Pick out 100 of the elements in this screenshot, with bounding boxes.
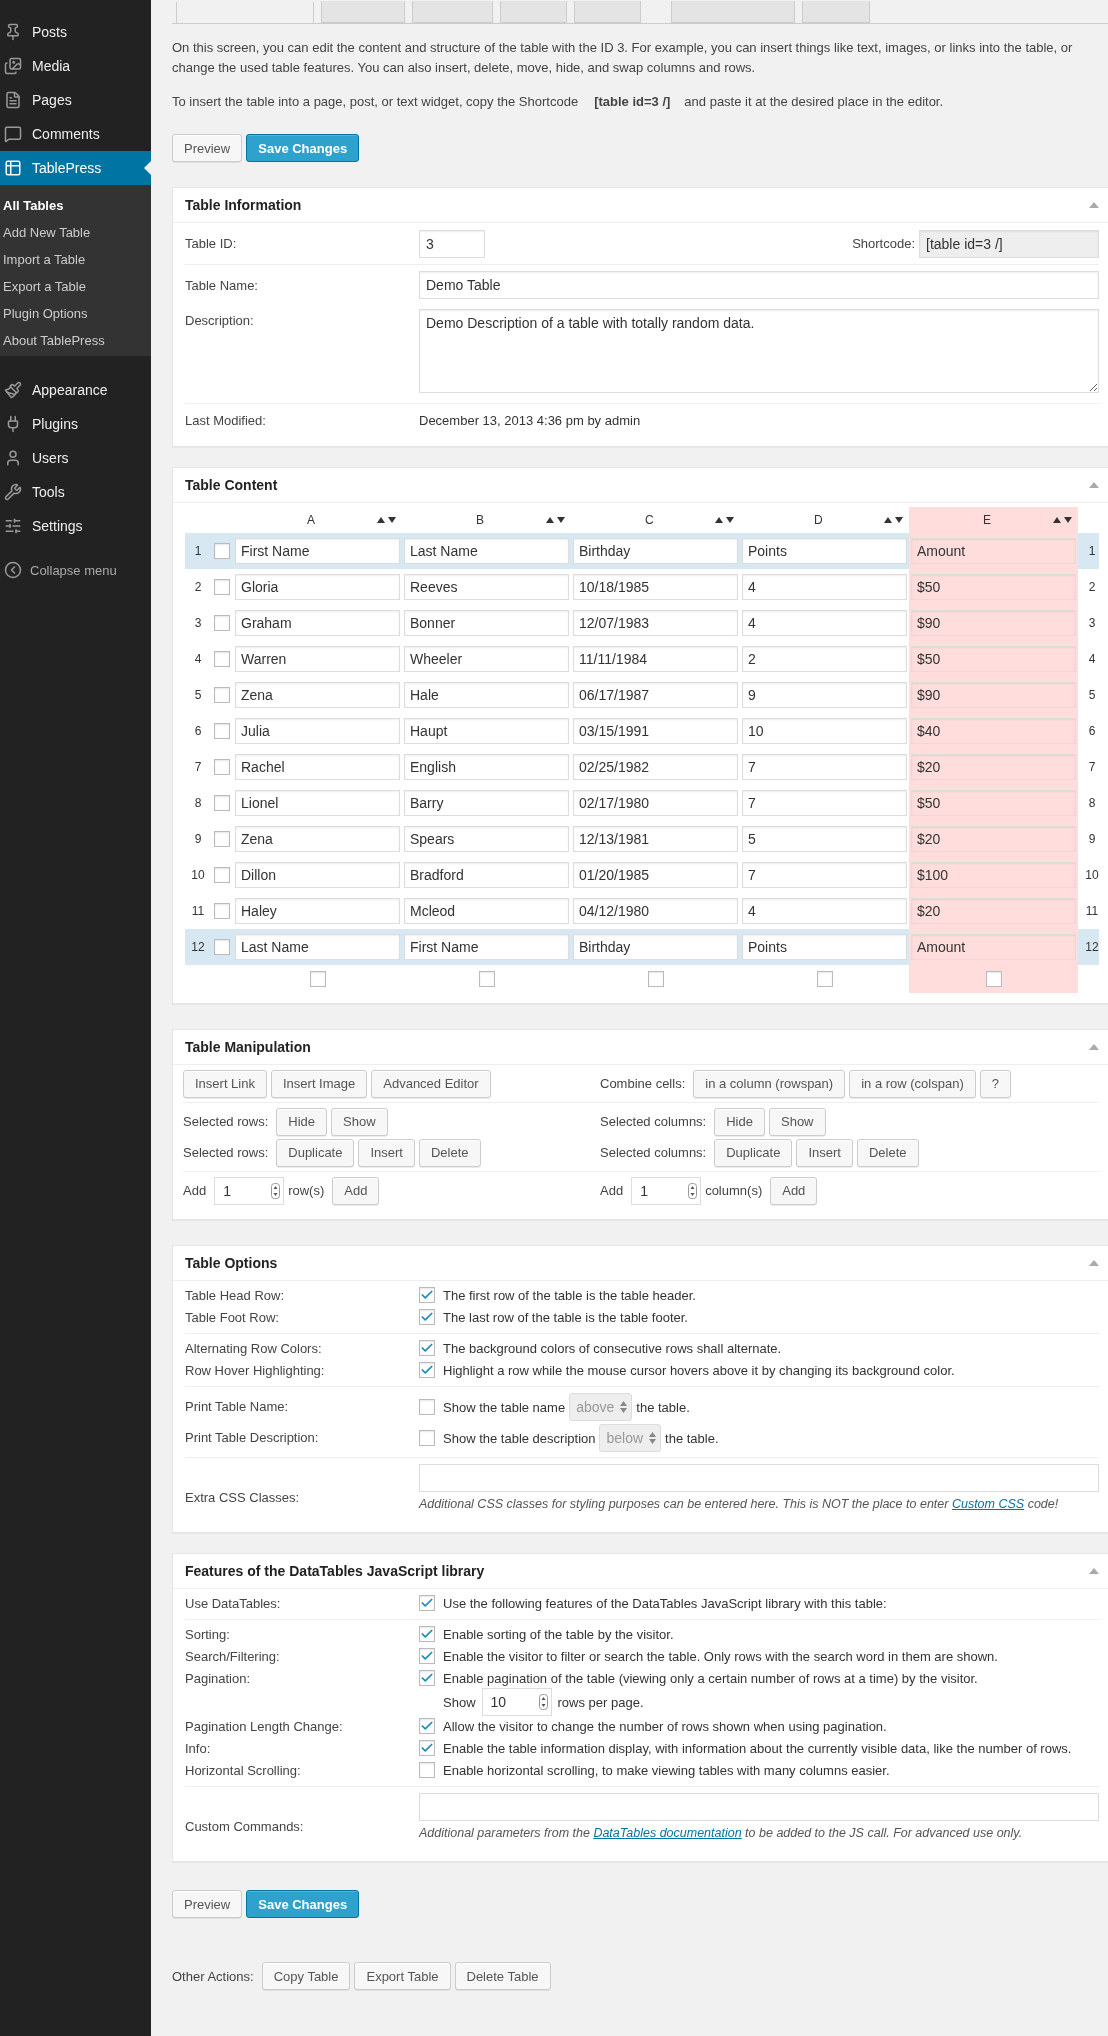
sort-down-icon[interactable]: [726, 517, 734, 523]
button[interactable]: Preview: [172, 134, 243, 162]
button[interactable]: in a row (colspan): [849, 1069, 976, 1098]
table-id-field[interactable]: 3: [419, 229, 485, 258]
submenu-item[interactable]: Plugin Options: [0, 300, 151, 327]
button[interactable]: Duplicate: [714, 1138, 793, 1167]
cell-input[interactable]: 4: [742, 610, 907, 636]
sort-down-icon[interactable]: [388, 517, 396, 523]
column-header[interactable]: C: [571, 507, 740, 533]
cell-input[interactable]: Amount: [911, 538, 1076, 564]
cell-input[interactable]: Lionel: [235, 790, 400, 816]
cell-input[interactable]: 10: [742, 718, 907, 744]
checkbox[interactable]: [419, 1595, 435, 1611]
row-checkbox[interactable]: [214, 579, 230, 595]
spinner-arrows-icon[interactable]: [538, 1694, 548, 1710]
cell-input[interactable]: Hale: [404, 682, 569, 708]
cell-input[interactable]: 5: [742, 826, 907, 852]
sort-up-icon[interactable]: [546, 517, 554, 523]
checkbox[interactable]: [419, 1670, 435, 1686]
row-checkbox[interactable]: [214, 903, 230, 919]
checkbox[interactable]: [419, 1740, 435, 1756]
table-name-field[interactable]: Demo Table: [419, 271, 1099, 299]
checkbox[interactable]: [419, 1362, 435, 1378]
button[interactable]: ?: [979, 1069, 1011, 1098]
cell-input[interactable]: 2: [742, 646, 907, 672]
button[interactable]: Export Table: [354, 1962, 451, 1990]
checkbox[interactable]: [419, 1718, 435, 1734]
cell-input[interactable]: Barry: [404, 790, 569, 816]
row-checkbox[interactable]: [214, 831, 230, 847]
column-header[interactable]: E: [909, 507, 1078, 533]
row-checkbox[interactable]: [214, 795, 230, 811]
row-checkbox[interactable]: [214, 939, 230, 955]
text-field[interactable]: [419, 1793, 1099, 1821]
cell-input[interactable]: $90: [911, 610, 1076, 636]
sort-down-icon[interactable]: [1064, 517, 1072, 523]
sort-up-icon[interactable]: [377, 517, 385, 523]
button[interactable]: Hide: [276, 1107, 327, 1136]
sidebar-item[interactable]: Appearance: [0, 373, 151, 407]
cell-input[interactable]: Bonner: [404, 610, 569, 636]
cell-input[interactable]: 10/18/1985: [573, 574, 738, 600]
column-checkbox[interactable]: [478, 971, 495, 987]
checkbox[interactable]: [419, 1648, 435, 1664]
cell-input[interactable]: First Name: [235, 538, 400, 564]
sort-up-icon[interactable]: [884, 517, 892, 523]
cell-input[interactable]: 7: [742, 862, 907, 888]
column-checkbox[interactable]: [816, 971, 833, 987]
number-field[interactable]: 10: [481, 1688, 552, 1716]
button[interactable]: Delete: [419, 1138, 481, 1167]
checkbox[interactable]: [419, 1309, 435, 1325]
cell-input[interactable]: 03/15/1991: [573, 718, 738, 744]
sort-down-icon[interactable]: [895, 517, 903, 523]
tab[interactable]: [412, 1, 493, 23]
cell-input[interactable]: English: [404, 754, 569, 780]
column-checkbox[interactable]: [309, 971, 326, 987]
tab[interactable]: [321, 1, 405, 23]
sidebar-item[interactable]: Plugins: [0, 407, 151, 441]
button[interactable]: Preview: [172, 1890, 243, 1918]
button[interactable]: Delete: [856, 1138, 919, 1167]
shortcode-field[interactable]: [table id=3 /]: [919, 229, 1099, 258]
row-checkbox[interactable]: [214, 543, 230, 559]
cell-input[interactable]: Bradford: [404, 862, 569, 888]
cell-input[interactable]: Last Name: [235, 934, 400, 960]
cell-input[interactable]: Mcleod: [404, 898, 569, 924]
help-link[interactable]: DataTables documentation: [593, 1826, 742, 1840]
spinner-arrows-icon[interactable]: [688, 1182, 698, 1199]
cell-input[interactable]: Points: [742, 934, 907, 960]
sidebar-item[interactable]: Tools: [0, 475, 151, 509]
collapse-toggle-icon[interactable]: [1089, 202, 1099, 208]
button[interactable]: Delete Table: [454, 1962, 551, 1990]
cell-input[interactable]: $90: [911, 682, 1076, 708]
number-field[interactable]: 1: [214, 1176, 285, 1205]
cell-input[interactable]: 02/25/1982: [573, 754, 738, 780]
submenu-item[interactable]: Import a Table: [0, 246, 151, 273]
row-checkbox[interactable]: [214, 723, 230, 739]
cell-input[interactable]: Zena: [235, 826, 400, 852]
cell-input[interactable]: $40: [911, 718, 1076, 744]
sidebar-item[interactable]: Media: [0, 49, 151, 83]
checkbox[interactable]: [419, 1626, 435, 1642]
button[interactable]: Insert: [796, 1138, 853, 1167]
cell-input[interactable]: 4: [742, 574, 907, 600]
collapse-toggle-icon[interactable]: [1089, 1260, 1099, 1266]
cell-input[interactable]: Haupt: [404, 718, 569, 744]
checkbox[interactable]: [419, 1287, 435, 1303]
cell-input[interactable]: $20: [911, 754, 1076, 780]
spinner-arrows-icon[interactable]: [271, 1182, 281, 1199]
cell-input[interactable]: $20: [911, 898, 1076, 924]
checkbox[interactable]: [419, 1762, 435, 1778]
cell-input[interactable]: Reeves: [404, 574, 569, 600]
cell-input[interactable]: Last Name: [404, 538, 569, 564]
collapse-toggle-icon[interactable]: [1089, 1044, 1099, 1050]
submenu-item[interactable]: Add New Table: [0, 219, 151, 246]
cell-input[interactable]: Haley: [235, 898, 400, 924]
cell-input[interactable]: 4: [742, 898, 907, 924]
cell-input[interactable]: Graham: [235, 610, 400, 636]
button[interactable]: Show: [331, 1107, 388, 1136]
collapse-toggle-icon[interactable]: [1089, 482, 1099, 488]
sidebar-item[interactable]: Settings: [0, 509, 151, 543]
sidebar-item[interactable]: TablePress: [0, 151, 151, 185]
tab[interactable]: [500, 1, 567, 23]
cell-input[interactable]: $100: [911, 862, 1076, 888]
